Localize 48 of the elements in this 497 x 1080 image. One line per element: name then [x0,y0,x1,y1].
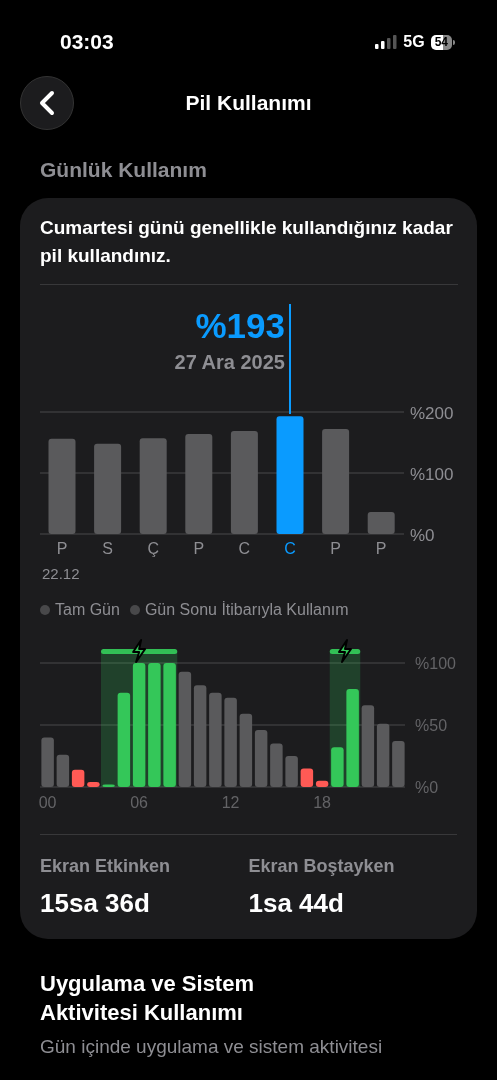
axis-label: 06 [130,793,148,811]
usage-summary: Cumartesi günü genellikle kullandığınız kadar pil kullandınız. [39,215,454,268]
bar [270,743,283,787]
day-label: C [238,539,251,557]
bar [331,746,344,787]
section-heading: Günlük Kullanım [39,157,208,183]
stat-label: Ekran Etkinken [40,854,172,878]
day-label: Ç [147,539,159,557]
bar [102,784,115,787]
axis-label: %200 [410,403,454,423]
day-label: P [193,539,205,557]
signal-icon [375,35,398,49]
axis-label: %0 [415,778,439,796]
axis-label: 18 [313,793,331,811]
stat-label: Ekran Boştayken [248,854,396,878]
day-label: P [56,539,68,557]
bar [285,755,298,787]
page-title: Pil Kullanımı [185,90,312,117]
stat-value: 1sa 44d [248,886,345,920]
back-button[interactable] [20,76,74,130]
bar [392,740,405,787]
axis-label: %0 [410,525,435,545]
bar [367,511,395,534]
back-chevron-icon [39,90,55,116]
axis-label: 12 [221,793,240,811]
bar [41,736,54,787]
battery-level: 54 [430,34,452,50]
selected-date: 27 Ara 2025 [174,350,285,373]
axis-label: 00 [38,793,57,811]
axis-label: %100 [415,654,456,672]
bar [87,781,100,787]
start-date: 22.12 [42,564,80,582]
stat-value: 15sa 36d [40,886,151,920]
legend-label: Gün Sonu İtibarıyla Kullanım [144,599,349,620]
section-heading: Uygulama ve Sistem Aktivitesi Kullanımı [40,969,255,1027]
bar [254,729,268,787]
day-label: S [102,539,113,557]
selected-value: %193 [195,305,285,345]
axis-label: %100 [410,464,454,484]
network-label: 5G [403,32,425,52]
bar [376,723,390,787]
axis-label: %50 [415,716,448,734]
day-label: C [284,539,296,557]
day-label: P [330,539,341,557]
legend-label: Tam Gün [55,599,120,620]
section-description: Gün içinde uygulama ve sistem aktivitesi [40,1034,384,1059]
status-time: 03:03 [60,29,114,56]
day-label: P [375,539,387,557]
